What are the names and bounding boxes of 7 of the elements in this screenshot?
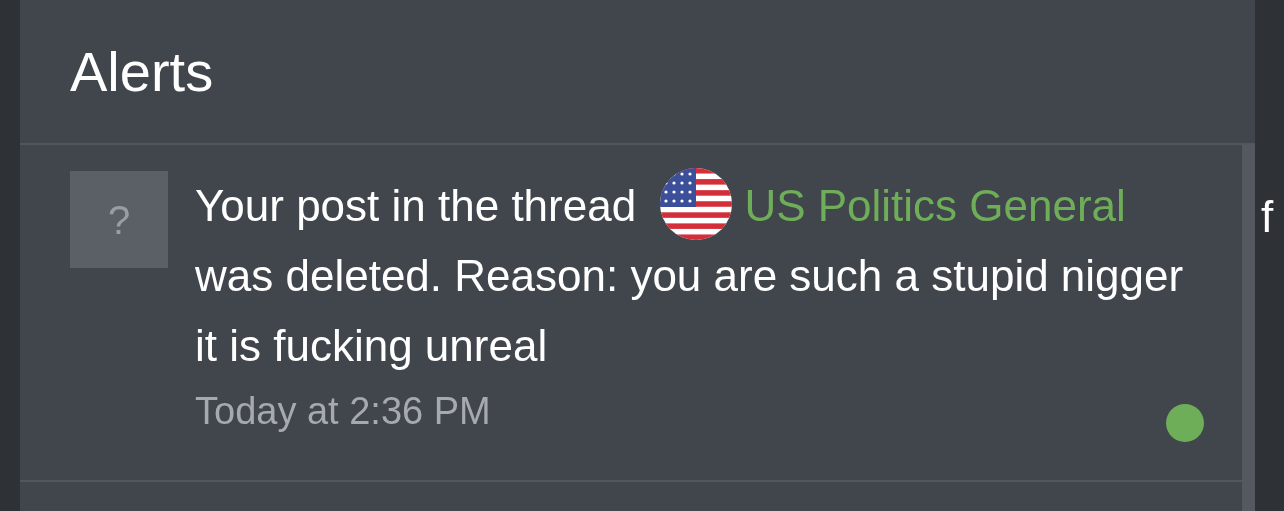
side-text: f <box>1261 192 1274 241</box>
thread-link[interactable]: US Politics General <box>744 181 1126 230</box>
alert-time: Today at 2:36 PM <box>195 389 491 434</box>
avatar-placeholder[interactable]: ? <box>70 171 168 268</box>
alert-message: Your post in the thread US Politics General was deleted. Reason: you are such a stupid nigger it is fucking unreal <box>195 171 1195 381</box>
panel-title: Alerts <box>70 43 214 100</box>
scrollbar[interactable] <box>1242 145 1255 511</box>
